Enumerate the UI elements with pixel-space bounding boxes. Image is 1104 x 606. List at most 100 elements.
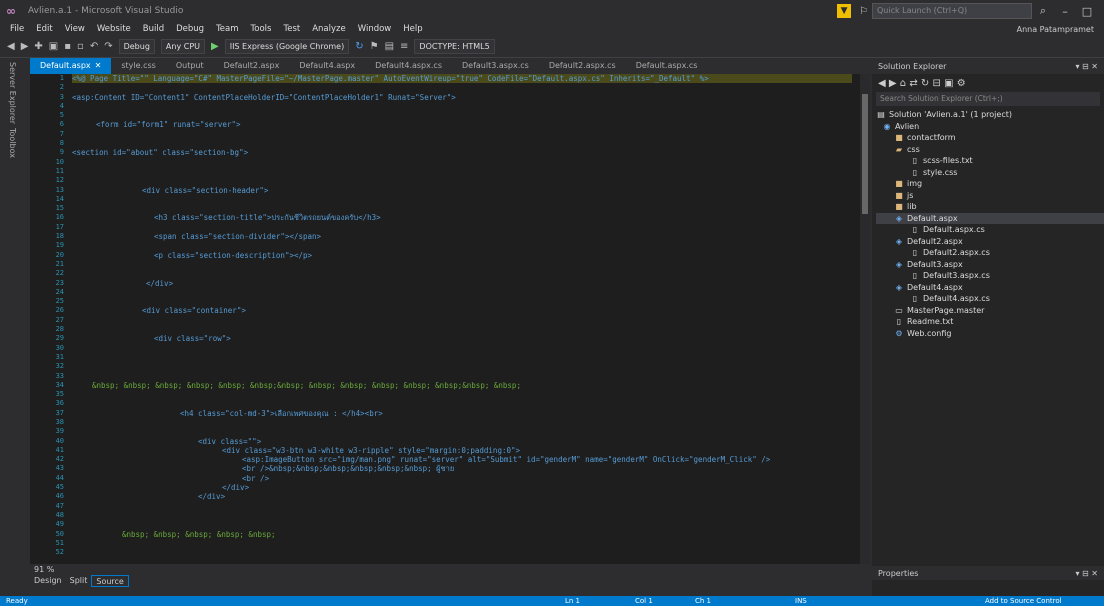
back-icon[interactable]: ◀ xyxy=(878,78,886,89)
home-icon[interactable]: ⌂ xyxy=(900,78,906,89)
tree-file[interactable]: ▯ Default2.aspx.cs xyxy=(876,247,1104,259)
solution-explorer-toolbar: ◀ ▶ ⌂ ⇄ ↻ ⊟ ▣ ⚙ xyxy=(872,74,1104,92)
quick-launch-input[interactable]: Quick Launch (Ctrl+Q) xyxy=(872,3,1032,19)
tab-default-aspx-cs[interactable]: Default.aspx.cs xyxy=(626,58,708,74)
tab-default2-aspx[interactable]: Default2.aspx xyxy=(214,58,290,74)
tree-file-selected[interactable]: ◈ Default.aspx xyxy=(876,212,1104,224)
save-all-icon[interactable]: ▫ xyxy=(74,41,87,52)
view-switcher: Design Split Source xyxy=(30,574,870,588)
toolbox-tab[interactable]: Toolbox xyxy=(8,128,17,158)
minimize-button[interactable]: – xyxy=(1054,5,1076,18)
properties-icon[interactable]: ⚙ xyxy=(957,78,966,89)
line-number: 39 xyxy=(55,427,64,436)
forward-icon[interactable]: ▶ xyxy=(18,41,32,52)
menu-test[interactable]: Test xyxy=(277,24,306,34)
tab-default4-aspx[interactable]: Default4.aspx xyxy=(289,58,365,74)
tab-default2-aspx-cs[interactable]: Default2.aspx.cs xyxy=(539,58,626,74)
split-view-button[interactable]: Split xyxy=(66,575,92,587)
design-view-button[interactable]: Design xyxy=(30,575,66,587)
tree-file[interactable]: ▯ scss-files.txt xyxy=(876,155,1104,167)
menu-view[interactable]: View xyxy=(59,24,91,34)
file-icon: ▯ xyxy=(912,294,918,303)
run-icon[interactable]: ▶ xyxy=(208,41,222,52)
save-icon[interactable]: ▪ xyxy=(61,41,74,52)
refresh-icon[interactable]: ↻ xyxy=(921,78,929,89)
comment-icon[interactable]: ▤ xyxy=(382,41,397,52)
menu-team[interactable]: Team xyxy=(210,24,244,34)
collapse-icon[interactable]: ⊟ xyxy=(932,78,940,89)
search-icon[interactable]: ⌕ xyxy=(1032,4,1054,18)
tab-style-css[interactable]: style.css xyxy=(111,58,165,74)
menu-tools[interactable]: Tools xyxy=(245,24,278,34)
tree-file[interactable]: ▯ Readme.txt xyxy=(876,316,1104,328)
editor-vertical-scrollbar[interactable] xyxy=(860,74,870,564)
show-all-icon[interactable]: ▣ xyxy=(944,78,953,89)
indent-icon[interactable]: ≡ xyxy=(397,41,411,52)
tab-output[interactable]: Output xyxy=(166,58,214,74)
open-icon[interactable]: ▣ xyxy=(46,41,61,52)
menu-help[interactable]: Help xyxy=(397,24,428,34)
close-icon[interactable]: ✕ xyxy=(95,61,102,70)
tree-solution[interactable]: ▤ Solution 'Avlien.a.1' (1 project) xyxy=(876,109,1104,121)
tree-file[interactable]: ▯ Default.aspx.cs xyxy=(876,224,1104,236)
code-editor[interactable]: 1 2 3 4 5 6 7 8 9 10 11 12 13 14 15 16 17 18 19 20 21 22 23 24 2… xyxy=(30,74,870,564)
tree-file[interactable]: ▯ style.css xyxy=(876,167,1104,179)
tree-file[interactable]: ◈ Default3.aspx xyxy=(876,259,1104,271)
menu-window[interactable]: Window xyxy=(352,24,398,34)
tree-project[interactable]: ◉ Avlien xyxy=(876,121,1104,133)
run-target-select[interactable]: IIS Express (Google Chrome) xyxy=(224,39,350,54)
menu-analyze[interactable]: Analyze xyxy=(306,24,352,34)
zoom-level[interactable]: 91 % xyxy=(34,565,54,574)
properties-header: Properties ▾ ⊟ ✕ xyxy=(872,566,1104,580)
menu-debug[interactable]: Debug xyxy=(170,24,210,34)
tree-folder[interactable]: ▰ css xyxy=(876,144,1104,156)
pin-icon[interactable]: ▾ ⊟ ✕ xyxy=(1075,62,1098,71)
code-text[interactable]: <%@ Page Title="" Language="C#" MasterPa… xyxy=(72,74,852,564)
tree-folder[interactable]: ■ lib xyxy=(876,201,1104,213)
doctype-select[interactable]: DOCTYPE: HTML5 xyxy=(414,39,495,54)
code-line: </div> xyxy=(222,483,250,493)
new-project-icon[interactable]: ✚ xyxy=(31,41,45,52)
forward-icon[interactable]: ▶ xyxy=(889,78,897,89)
platform-select[interactable]: Any CPU xyxy=(160,39,205,54)
properties-title: Properties xyxy=(878,568,919,578)
tab-default3-aspx-cs[interactable]: Default3.aspx.cs xyxy=(452,58,539,74)
refresh-icon[interactable]: ↻ xyxy=(352,41,366,52)
tree-file[interactable]: ▯ Default3.aspx.cs xyxy=(876,270,1104,282)
tree-file[interactable]: ▭ MasterPage.master xyxy=(876,305,1104,317)
notification-flag-icon[interactable]: ▼ xyxy=(837,4,852,18)
redo-icon[interactable]: ↷ xyxy=(101,41,115,52)
scrollbar-thumb[interactable] xyxy=(862,94,868,214)
maximize-button[interactable]: □ xyxy=(1076,5,1098,18)
aspx-file-icon: ◈ xyxy=(895,236,903,246)
menu-website[interactable]: Website xyxy=(91,24,137,34)
pin-icon[interactable]: ▾ ⊟ ✕ xyxy=(1075,569,1098,578)
user-account[interactable]: Anna Patampramet xyxy=(1017,25,1100,34)
tree-file[interactable]: ◈ Default4.aspx xyxy=(876,282,1104,294)
add-source-control-button[interactable]: Add to Source Control xyxy=(985,596,1062,606)
tree-folder[interactable]: ■ img xyxy=(876,178,1104,190)
browser-link-icon[interactable]: ⚑ xyxy=(367,41,382,52)
menu-edit[interactable]: Edit xyxy=(30,24,58,34)
line-number: 30 xyxy=(55,343,64,352)
feedback-icon[interactable]: ⚐ xyxy=(859,6,868,17)
menu-file[interactable]: File xyxy=(4,24,30,34)
tab-default4-aspx-cs[interactable]: Default4.aspx.cs xyxy=(365,58,452,74)
tree-file[interactable]: ▯ Default4.aspx.cs xyxy=(876,293,1104,305)
tree-file[interactable]: ◈ Default2.aspx xyxy=(876,236,1104,248)
sync-icon[interactable]: ⇄ xyxy=(909,78,917,89)
server-explorer-tab[interactable]: Server Explorer xyxy=(8,62,17,124)
tree-folder[interactable]: ■ js xyxy=(876,190,1104,202)
tree-file[interactable]: ⚙ Web.config xyxy=(876,328,1104,340)
source-view-button[interactable]: Source xyxy=(91,575,129,587)
tree-folder[interactable]: ■ contactform xyxy=(876,132,1104,144)
line-number: 16 xyxy=(55,213,64,222)
undo-icon[interactable]: ↶ xyxy=(87,41,101,52)
solution-search-input[interactable]: Search Solution Explorer (Ctrl+;) xyxy=(876,92,1100,106)
config-select[interactable]: Debug xyxy=(118,39,155,54)
tab-default-aspx[interactable]: Default.aspx ✕ xyxy=(30,58,112,74)
back-icon[interactable]: ◀ xyxy=(4,41,18,52)
window-title: Avlien.a.1 - Microsoft Visual Studio xyxy=(28,6,184,16)
line-number: 35 xyxy=(55,390,64,399)
menu-build[interactable]: Build xyxy=(137,24,170,34)
